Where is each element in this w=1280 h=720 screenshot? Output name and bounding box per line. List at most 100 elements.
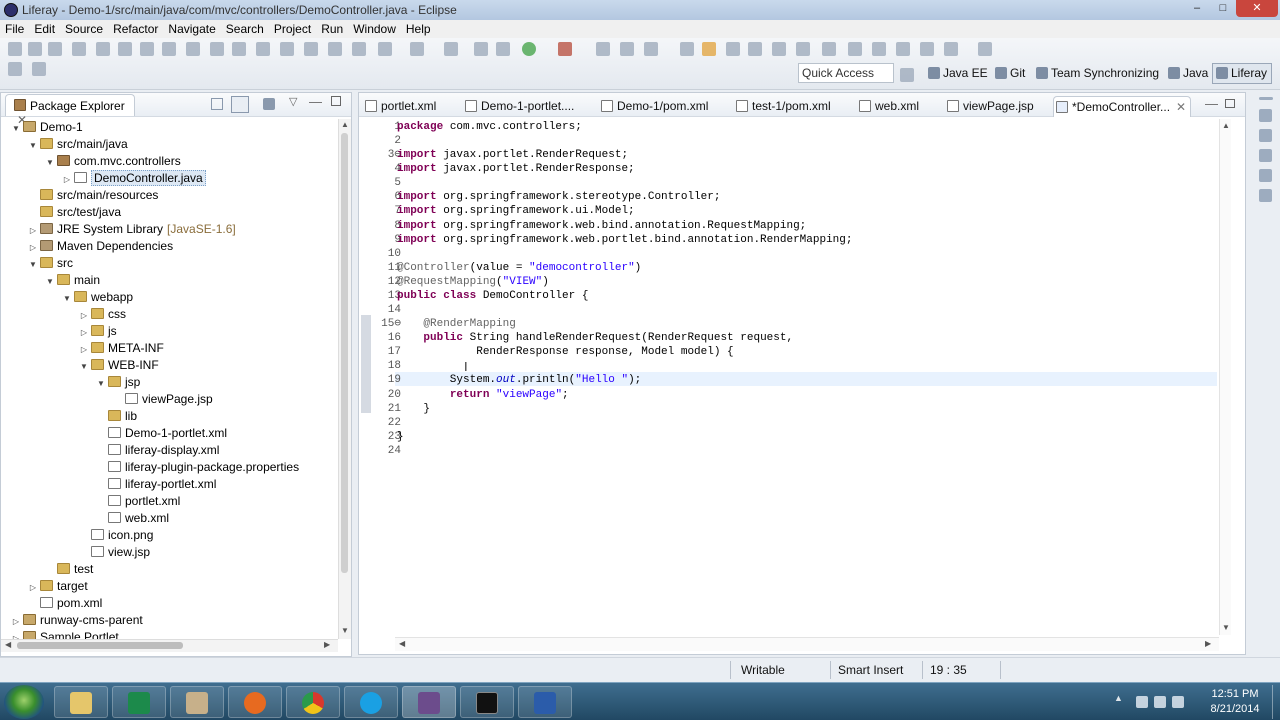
code-line[interactable]: public String handleRenderRequest(Render… — [397, 331, 793, 345]
perspective-java-ee[interactable]: Java EE — [928, 66, 988, 80]
tree-item[interactable]: ▷ Sample Portlet — [11, 629, 119, 639]
tree-item[interactable]: viewPage.jsp — [113, 391, 213, 408]
collapsed-arrow-icon[interactable]: ▷ — [28, 579, 38, 596]
tab-demo-1-pom-xml[interactable]: Demo-1/pom.xml — [599, 96, 708, 117]
tree-item[interactable]: liferay-portlet.xml — [96, 476, 216, 493]
toolbar-icon[interactable] — [726, 42, 740, 56]
scroll-down-icon[interactable]: ▼ — [1222, 623, 1230, 632]
volume-icon[interactable] — [1172, 696, 1184, 708]
show-desktop-button[interactable] — [1272, 685, 1280, 719]
tab-demo-1-portlet-xml[interactable]: Demo-1-portlet.... — [463, 96, 574, 117]
publish-icon[interactable] — [186, 42, 200, 56]
debug-server-icon[interactable] — [118, 42, 132, 56]
tab-portlet-xml[interactable]: portlet.xml — [363, 96, 436, 117]
menu-refactor[interactable]: Refactor — [108, 20, 163, 37]
tree-item[interactable]: ▷ target — [28, 578, 88, 595]
tree-item[interactable]: ▷ runway-cms-parent — [11, 612, 143, 629]
collapsed-arrow-icon[interactable]: ▷ — [79, 341, 89, 358]
collapsed-arrow-icon[interactable]: ▷ — [11, 630, 21, 639]
toolbar-icon[interactable] — [748, 42, 762, 56]
toolbar-icon[interactable] — [644, 42, 658, 56]
taskbar-cmd[interactable] — [460, 686, 514, 718]
toolbar-icon[interactable] — [848, 42, 862, 56]
sdk-icon[interactable] — [232, 42, 246, 56]
tree-item[interactable]: ▼ com.mvc.controllers — [45, 153, 181, 170]
collapsed-arrow-icon[interactable]: ▷ — [79, 324, 89, 341]
run-icon[interactable] — [522, 42, 536, 56]
expanded-arrow-icon[interactable]: ▼ — [96, 375, 106, 392]
expanded-arrow-icon[interactable]: ▼ — [62, 290, 72, 307]
back-dropdown-icon[interactable] — [944, 42, 958, 56]
pin-icon[interactable] — [702, 42, 716, 56]
tree-item[interactable]: src/test/java — [28, 204, 121, 221]
package-explorer-tab[interactable]: Package Explorer ✕ — [5, 94, 135, 127]
tree-item[interactable]: ▼ Demo-1 — [11, 119, 83, 136]
maximize-button[interactable]: □ — [1210, 0, 1236, 17]
menu-window[interactable]: Window — [348, 20, 401, 37]
menu-help[interactable]: Help — [401, 20, 436, 37]
perspective-java[interactable]: Java — [1168, 66, 1208, 80]
view-menu-icon[interactable]: ▽ — [289, 95, 297, 108]
run-server-icon[interactable] — [140, 42, 154, 56]
search-icon[interactable] — [474, 42, 488, 56]
collapsed-arrow-icon[interactable]: ▷ — [62, 171, 72, 188]
editor-vertical-scrollbar[interactable] — [1219, 119, 1231, 635]
scroll-left-icon[interactable]: ◀ — [399, 639, 405, 648]
toolbar-icon[interactable] — [352, 42, 366, 56]
console-icon[interactable] — [1259, 169, 1272, 182]
toolbar-icon[interactable] — [772, 42, 786, 56]
tree-item[interactable]: ▷ JRE System Library [JavaSE-1.6] — [28, 221, 236, 238]
close-button[interactable]: ✕ — [1236, 0, 1278, 17]
toolbar-icon[interactable] — [680, 42, 694, 56]
focus-icon[interactable] — [263, 98, 275, 110]
tree-item[interactable]: lib — [96, 408, 137, 425]
code-line[interactable]: } — [397, 402, 430, 416]
debug-icon[interactable] — [496, 42, 510, 56]
tree-item[interactable]: web.xml — [96, 510, 169, 527]
tray-icon[interactable] — [1136, 696, 1148, 708]
tree-item[interactable]: ▷ js — [79, 323, 117, 340]
code-line[interactable]: import javax.portlet.RenderResponse; — [397, 162, 635, 176]
taskbar-skype[interactable] — [344, 686, 398, 718]
tree-item[interactable]: ▼ src/main/java — [28, 136, 128, 153]
expanded-arrow-icon[interactable]: ▼ — [28, 256, 38, 273]
plugin-icon[interactable] — [304, 42, 318, 56]
tree-item[interactable]: ▷ DemoController.java — [62, 170, 206, 187]
link-editor-icon[interactable] — [231, 96, 249, 113]
code-line[interactable]: public class DemoController { — [397, 289, 588, 303]
code-line[interactable]: package com.mvc.controllers; — [397, 120, 582, 134]
server-icon[interactable] — [96, 42, 110, 56]
code-line[interactable]: import org.springframework.web.portlet.b… — [397, 233, 852, 247]
code-line[interactable]: @Controller(value = "democontroller") — [397, 261, 641, 275]
scroll-left-icon[interactable]: ◀ — [5, 640, 11, 649]
scroll-thumb[interactable] — [341, 133, 348, 573]
tree-item[interactable]: ▼ src — [28, 255, 73, 272]
tree-item[interactable]: ▼ jsp — [96, 374, 140, 391]
tree-item[interactable]: portlet.xml — [96, 493, 180, 510]
toolbar-icon[interactable] — [796, 42, 810, 56]
quick-access-input[interactable]: Quick Access — [798, 63, 894, 83]
taskbar-firefox[interactable] — [228, 686, 282, 718]
collapse-all-icon[interactable] — [211, 98, 223, 110]
tree-item[interactable]: ▼ webapp — [62, 289, 133, 306]
menu-search[interactable]: Search — [221, 20, 269, 37]
maximize-view-icon[interactable] — [331, 96, 341, 106]
perspective-team-sync[interactable]: Team Synchronizing — [1036, 66, 1159, 80]
tree-item[interactable]: ▼ main — [45, 272, 100, 289]
expanded-arrow-icon[interactable]: ▼ — [45, 154, 55, 171]
scroll-down-icon[interactable]: ▼ — [341, 626, 349, 635]
package-icon[interactable] — [596, 42, 610, 56]
print-icon[interactable] — [72, 42, 86, 56]
tree-item[interactable]: Demo-1-portlet.xml — [96, 425, 227, 442]
expanded-arrow-icon[interactable]: ▼ — [79, 358, 89, 375]
menu-source[interactable]: Source — [60, 20, 108, 37]
tree-item[interactable]: liferay-plugin-package.properties — [96, 459, 299, 476]
show-hidden-icons[interactable]: ▲ — [1114, 693, 1126, 705]
menu-navigate[interactable]: Navigate — [163, 20, 220, 37]
stop-server-icon[interactable] — [162, 42, 176, 56]
tab-web-xml[interactable]: web.xml — [857, 96, 919, 117]
expanded-arrow-icon[interactable]: ▼ — [11, 120, 21, 137]
menu-project[interactable]: Project — [269, 20, 316, 37]
editor-horizontal-scrollbar[interactable] — [395, 637, 1219, 651]
taskbar-word[interactable] — [518, 686, 572, 718]
